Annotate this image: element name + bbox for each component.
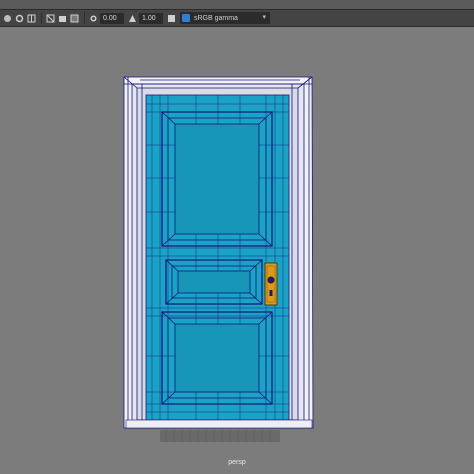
chevron-down-icon: ▾ [262, 14, 266, 21]
viewport-toolbar: 0.00 1.00 sRGB gamma ▾ [0, 9, 474, 27]
viewport-3d[interactable] [0, 28, 474, 474]
camera-icon[interactable] [2, 13, 12, 23]
isolate-icon[interactable] [57, 13, 67, 23]
floor-mat-shadow [160, 430, 280, 442]
door-threshold [125, 419, 313, 429]
camera-name-label: persp [228, 459, 246, 466]
exposure-icon[interactable] [88, 13, 98, 23]
color-management-icon[interactable] [166, 13, 176, 23]
toolbar-separator [84, 12, 85, 24]
color-space-dropdown[interactable]: sRGB gamma ▾ [180, 12, 270, 24]
toolbar-separator [41, 12, 42, 24]
gamma-icon[interactable] [127, 13, 137, 23]
wireframe-icon[interactable] [45, 13, 55, 23]
film-gate-icon[interactable] [14, 13, 24, 23]
door-panel-top [161, 111, 273, 247]
gamma-field[interactable]: 1.00 [139, 12, 163, 24]
door-leaf [145, 94, 290, 421]
door-handle [264, 262, 278, 306]
xray-icon[interactable] [69, 13, 79, 23]
exposure-field[interactable]: 0.00 [100, 12, 124, 24]
grid-icon[interactable] [26, 13, 36, 23]
color-space-icon [182, 14, 190, 22]
door-panel-bottom [161, 311, 273, 405]
color-space-label: sRGB gamma [194, 14, 238, 22]
